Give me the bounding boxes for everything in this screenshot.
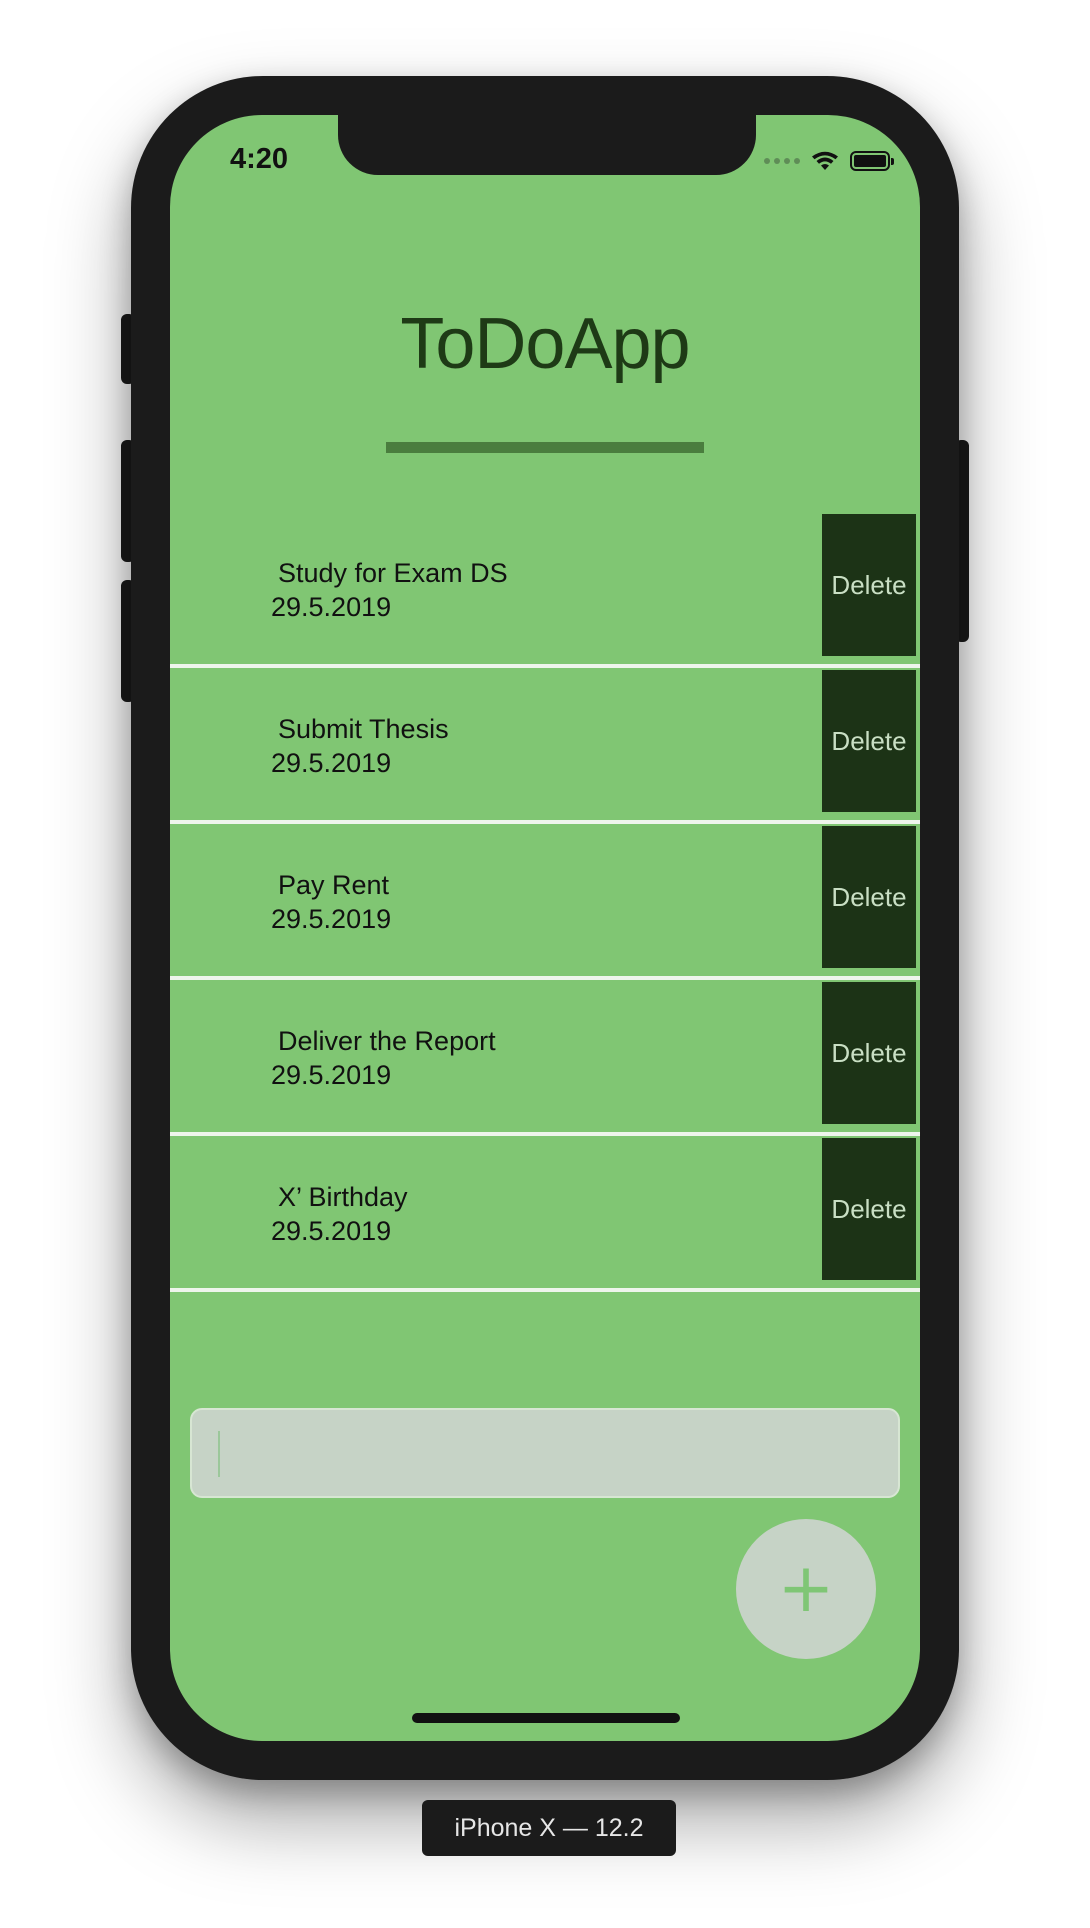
plus-icon: + [777, 1549, 835, 1628]
todo-title: Pay Rent [278, 870, 390, 900]
status-time: 4:20 [230, 143, 289, 175]
simulator-device-label: iPhone X — 12.2 [422, 1800, 676, 1856]
delete-button[interactable]: Delete [822, 1138, 916, 1280]
todo-row: Study for Exam DS 29.5.2019 Delete [170, 512, 920, 668]
todo-title: Submit Thesis [278, 714, 449, 744]
todo-date: 29.5.2019 [271, 904, 392, 934]
add-task-button[interactable]: + [736, 1519, 876, 1659]
delete-button[interactable]: Delete [822, 826, 916, 968]
delete-button[interactable]: Delete [822, 670, 916, 812]
app-screen: 4:20 ToDoApp Study for Exam DS 29.5.2019… [170, 115, 920, 1741]
todo-row: Submit Thesis 29.5.2019 Delete [170, 668, 920, 824]
new-task-input[interactable] [190, 1408, 900, 1498]
notch [338, 115, 756, 175]
todo-title: X’ Birthday [278, 1182, 408, 1212]
todo-row: X’ Birthday 29.5.2019 Delete [170, 1136, 920, 1292]
todo-date: 29.5.2019 [271, 1216, 392, 1246]
status-icons [764, 149, 894, 173]
battery-icon [850, 151, 894, 171]
todo-date: 29.5.2019 [271, 748, 392, 778]
text-caret [218, 1431, 220, 1477]
app-title: ToDoApp [400, 304, 690, 384]
delete-button[interactable]: Delete [822, 514, 916, 656]
title-underline [386, 442, 704, 453]
todo-title: Deliver the Report [278, 1026, 496, 1056]
simulator-stage: 4:20 ToDoApp Study for Exam DS 29.5.2019… [0, 0, 1090, 1928]
home-indicator[interactable] [412, 1713, 680, 1723]
todo-row: Deliver the Report 29.5.2019 Delete [170, 980, 920, 1136]
todo-date: 29.5.2019 [271, 592, 392, 622]
todo-list: Study for Exam DS 29.5.2019 Delete Submi… [170, 512, 920, 1292]
todo-title: Study for Exam DS [278, 558, 508, 588]
todo-row: Pay Rent 29.5.2019 Delete [170, 824, 920, 980]
todo-date: 29.5.2019 [271, 1060, 392, 1090]
delete-button[interactable]: Delete [822, 982, 916, 1124]
wifi-icon [812, 151, 838, 170]
signal-dots-icon [764, 158, 800, 164]
